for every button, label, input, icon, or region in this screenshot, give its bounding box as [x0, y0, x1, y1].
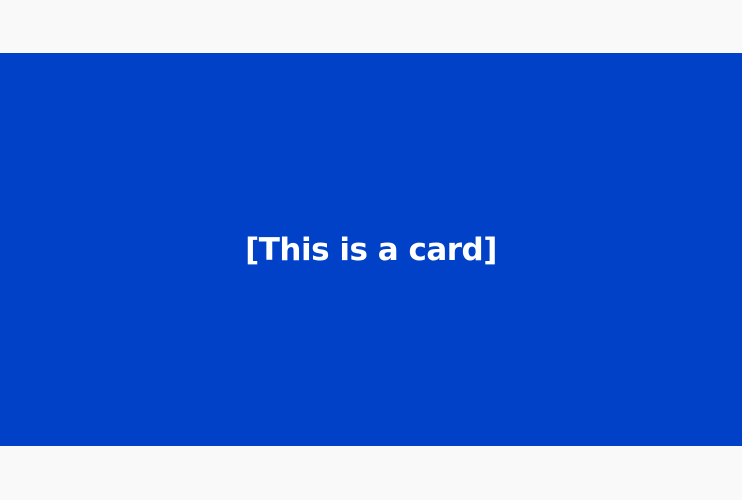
- card[interactable]: [This is a card]: [0, 53, 742, 446]
- page-canvas: [This is a card]: [0, 0, 742, 500]
- card-title: [This is a card]: [245, 232, 497, 268]
